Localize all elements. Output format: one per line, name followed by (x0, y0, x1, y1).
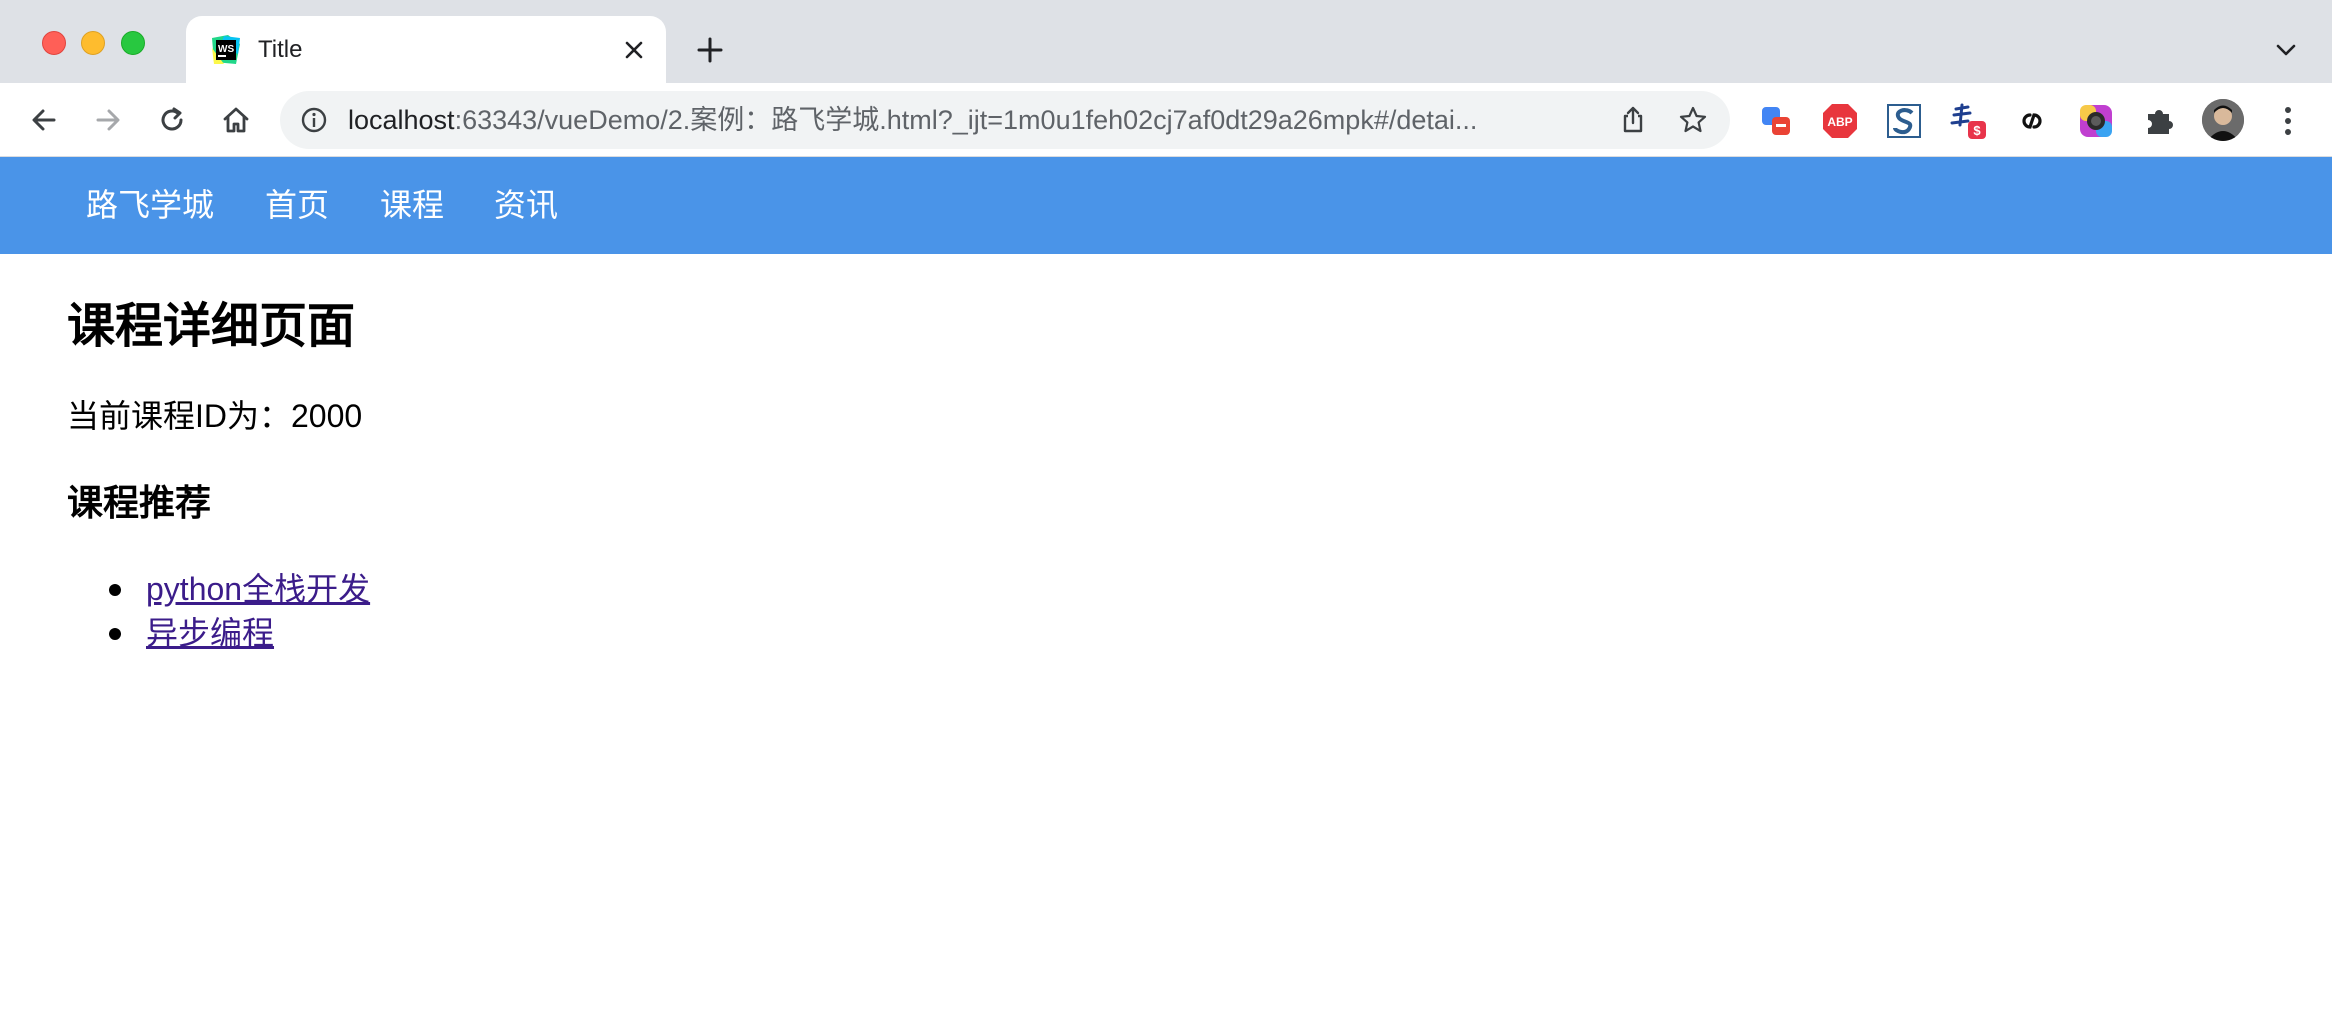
reload-button[interactable] (152, 100, 192, 140)
window-close-button[interactable] (42, 31, 66, 55)
site-navbar: 路飞学城 首页 课程 资讯 (0, 157, 2332, 254)
nav-link-news[interactable]: 资讯 (494, 183, 558, 227)
home-button[interactable] (216, 100, 256, 140)
bookmark-star-icon[interactable] (1678, 105, 1708, 135)
adblock-plus-icon: ABP (1823, 104, 1857, 138)
recommendation-link-async[interactable]: 异步编程 (146, 615, 274, 651)
url-text[interactable]: localhost:63343/vueDemo/2.案例：路飞学城.html?_… (348, 104, 1588, 136)
window-zoom-button[interactable] (121, 31, 145, 55)
browser-tab-active[interactable]: WS Title (186, 16, 666, 83)
back-button[interactable] (24, 100, 64, 140)
address-bar[interactable]: localhost:63343/vueDemo/2.案例：路飞学城.html?_… (280, 91, 1730, 149)
course-id-text: 当前课程ID为：2000 (67, 398, 363, 434)
color-picker-icon (2080, 105, 2112, 137)
window-minimize-button[interactable] (81, 31, 105, 55)
list-item: python全栈开发 (67, 567, 370, 611)
link-chain-icon (2022, 113, 2042, 129)
site-info-icon[interactable] (300, 106, 328, 134)
recommendation-list: python全栈开发 异步编程 (67, 567, 370, 655)
recommend-heading: 课程推荐 (67, 482, 212, 523)
extension-link[interactable] (2012, 101, 2052, 141)
browser-menu-icon[interactable] (2272, 101, 2304, 141)
home-icon (223, 107, 249, 133)
extension-price-tracker[interactable]: $ (1948, 101, 1988, 141)
page-title: 课程详细页面 (67, 300, 356, 353)
browser-tabstrip: WS Title (0, 0, 2332, 83)
recommendation-link-python[interactable]: python全栈开发 (146, 571, 370, 607)
bullet-icon (109, 584, 121, 596)
tab-title: Title (258, 36, 303, 63)
browser-toolbar: localhost:63343/vueDemo/2.案例：路飞学城.html?_… (0, 83, 2332, 157)
tab-search-chevron-down-icon[interactable] (2272, 36, 2300, 64)
price-badge: $ (1973, 123, 1981, 138)
svg-text:WS: WS (218, 44, 234, 55)
translate-extension-icon (1762, 107, 1790, 135)
extension-s[interactable] (1884, 101, 1924, 141)
url-path: :63343/vueDemo/2.案例：路飞学城.html?_ijt=1m0u1… (454, 105, 1478, 135)
reload-icon (161, 107, 183, 131)
list-item: 异步编程 (67, 611, 370, 655)
forward-button[interactable] (88, 100, 128, 140)
extension-translate[interactable] (1756, 101, 1796, 141)
adblock-label: ABP (1827, 115, 1852, 129)
tab-close-icon[interactable] (620, 36, 648, 64)
profile-avatar[interactable] (2202, 99, 2244, 141)
nav-link-courses[interactable]: 课程 (380, 183, 444, 227)
forward-arrow-icon (96, 109, 120, 131)
page-content: 路飞学城 首页 课程 资讯 课程详细页面 当前课程ID为：2000 课程推荐 p… (0, 157, 2332, 1012)
webstorm-favicon-icon: WS (212, 35, 240, 64)
extension-color-picker[interactable] (2076, 101, 2116, 141)
new-tab-plus-icon[interactable] (694, 34, 726, 66)
url-host: localhost (348, 105, 455, 135)
s-extension-icon (1887, 104, 1921, 138)
nav-brand-link[interactable]: 路飞学城 (86, 183, 214, 227)
puzzle-piece-icon (2148, 110, 2173, 134)
nav-link-home[interactable]: 首页 (265, 183, 329, 227)
share-icon[interactable] (1618, 105, 1648, 135)
price-tracker-icon: $ (1950, 103, 1986, 139)
bullet-icon (109, 628, 121, 640)
extensions-menu-button[interactable] (2140, 101, 2180, 141)
extension-adblock-plus[interactable]: ABP (1820, 101, 1860, 141)
avatar-photo-icon (2202, 99, 2244, 141)
back-arrow-icon (32, 109, 56, 131)
